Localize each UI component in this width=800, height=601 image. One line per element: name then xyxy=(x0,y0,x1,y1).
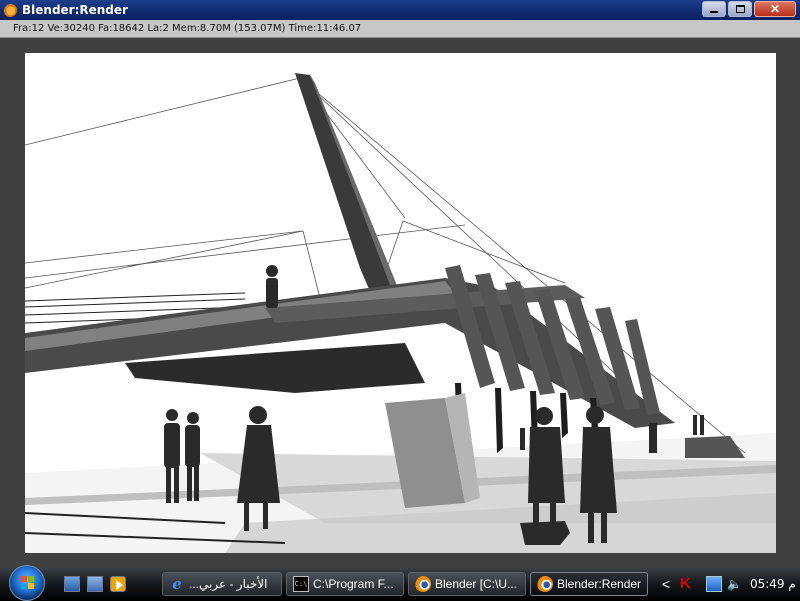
quick-launch xyxy=(64,576,126,592)
task-label: ...الأخبار - عربي xyxy=(189,577,268,591)
media-player-icon[interactable] xyxy=(110,576,126,592)
show-hidden-icons-button[interactable]: < xyxy=(660,576,672,592)
taskbar-tasks: e ...الأخبار - عربي C:\ C:\Program F... … xyxy=(162,572,648,596)
bridge-pylon xyxy=(295,73,400,315)
task-blender-render[interactable]: Blender:Render xyxy=(530,572,648,596)
render-image[interactable] xyxy=(25,53,776,553)
render-info-bar: Fra:12 Ve:30240 Fa:18642 La:2 Mem:8.70M … xyxy=(0,20,800,38)
render-stats-text: Fra:12 Ve:30240 Fa:18642 La:2 Mem:8.70M … xyxy=(13,23,362,34)
ie-icon: e xyxy=(172,575,182,593)
task-label: Blender [C:\U... xyxy=(435,577,518,591)
cmd-icon: C:\ xyxy=(293,576,309,592)
bridge-render-graphic xyxy=(25,73,776,553)
minimize-button[interactable] xyxy=(702,1,726,17)
window-controls: ✕ xyxy=(702,1,796,17)
close-icon: ✕ xyxy=(769,2,781,16)
restore-icon xyxy=(735,5,745,13)
minimize-icon xyxy=(710,11,718,13)
taskbar: e ...الأخبار - عربي C:\ C:\Program F... … xyxy=(0,565,800,601)
blender-icon xyxy=(3,3,17,17)
windows-orb-icon xyxy=(21,576,35,590)
volume-icon[interactable]: 🔈 xyxy=(727,577,742,591)
close-button[interactable]: ✕ xyxy=(754,1,796,17)
system-tray: < 🔈 05:49 م xyxy=(660,568,800,600)
blender-icon xyxy=(415,576,431,592)
render-workspace xyxy=(0,38,800,568)
network-icon[interactable] xyxy=(706,576,722,592)
window-title: Blender:Render xyxy=(22,3,128,17)
task-label: C:\Program F... xyxy=(313,577,394,591)
window-titlebar[interactable]: Blender:Render ✕ xyxy=(0,0,800,20)
task-label: Blender:Render xyxy=(557,577,642,591)
clock[interactable]: 05:49 م xyxy=(750,577,796,591)
start-button[interactable] xyxy=(9,565,45,601)
task-blender-main[interactable]: Blender [C:\U... xyxy=(408,572,526,596)
show-desktop-icon[interactable] xyxy=(64,576,80,592)
task-browser[interactable]: e ...الأخبار - عربي xyxy=(162,572,282,596)
restore-button[interactable] xyxy=(728,1,752,17)
kaspersky-icon[interactable] xyxy=(678,575,694,592)
bridge-pylon-face xyxy=(310,75,400,298)
switch-windows-icon[interactable] xyxy=(87,576,103,592)
task-command-prompt[interactable]: C:\ C:\Program F... xyxy=(286,572,404,596)
clock-suffix: م xyxy=(788,577,796,591)
blender-icon xyxy=(537,576,553,592)
clock-time: 05:49 xyxy=(749,577,785,591)
